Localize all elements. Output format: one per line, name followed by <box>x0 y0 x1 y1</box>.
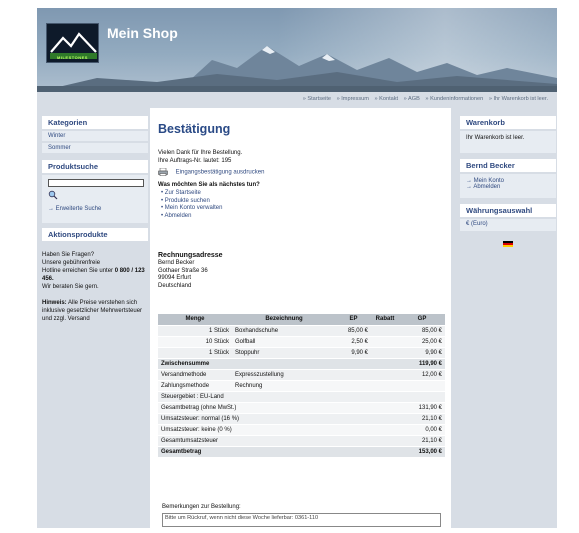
top-navigation: » Startseite » Impressum » Kontakt » AGB… <box>37 94 557 104</box>
categories-heading: Kategorien <box>42 116 148 129</box>
next-steps-heading: Was möchten Sie als nächstes tun? <box>158 182 260 188</box>
link-abmelden[interactable]: • Abmelden <box>161 213 260 221</box>
nav-startseite[interactable]: » Startseite <box>303 96 331 102</box>
left-sidebar: Kategorien Winter Sommer Produktsuche → … <box>42 116 148 323</box>
nav-impressum[interactable]: » Impressum <box>337 96 369 102</box>
hotline-info: Haben Sie Fragen? Unsere gebührenfreie H… <box>42 252 145 290</box>
german-flag-icon[interactable] <box>503 241 513 247</box>
account-box: → Mein Konto → Abmelden <box>460 174 556 198</box>
payment-row: Zahlungsmethode Rechnung <box>158 380 445 392</box>
order-table: Menge Bezeichnung EP Rabatt GP 1 Stück B… <box>158 314 445 458</box>
page-frame: MILESTONES Mein Shop » Startseite » Impr… <box>37 8 557 528</box>
mountain-banner-image <box>37 46 557 92</box>
col-gp: GP <box>399 314 445 326</box>
order-number: Ihre Auftrags-Nr. lautet: 195 <box>158 157 232 164</box>
category-winter[interactable]: Winter <box>42 131 148 141</box>
link-abmelden-side[interactable]: → Abmelden <box>466 184 550 190</box>
right-sidebar: Warenkorb Ihr Warenkorb ist leer. Bernd … <box>460 116 556 247</box>
col-rabatt: Rabatt <box>371 314 399 326</box>
billing-address-heading: Rechnungsadresse <box>158 252 223 259</box>
order-info: Vielen Dank für Ihre Bestellung. Ihre Au… <box>158 150 264 177</box>
shipping-row: Versandmethode Expresszustellung 12,00 € <box>158 369 445 381</box>
summary-row: Gesamtumsatzsteuer 21,10 € <box>158 435 445 447</box>
print-confirmation-link[interactable]: Eingangsbestätigung ausdrucken <box>176 169 265 175</box>
print-confirmation-row[interactable]: Eingangsbestätigung ausdrucken <box>158 167 265 177</box>
price-notice: Hinweis: Alle Preise verstehen sich inkl… <box>42 300 143 322</box>
shop-title: Mein Shop <box>107 25 178 41</box>
shop-logo[interactable]: MILESTONES <box>46 23 99 63</box>
cart-heading: Warenkorb <box>460 116 556 129</box>
header-banner: MILESTONES Mein Shop <box>37 8 557 92</box>
table-row: 10 Stück Golfball 2,50 € 25,00 € <box>158 336 445 348</box>
nav-agb[interactable]: » AGB <box>404 96 420 102</box>
table-row: 1 Stück Boxhandschuhe 85,00 € 85,00 € <box>158 325 445 337</box>
summary-row: Umsatzsteuer: keine (0 %) 0,00 € <box>158 424 445 436</box>
search-icon[interactable] <box>48 190 58 200</box>
currency-heading: Währungsauswahl <box>460 204 556 217</box>
billing-address: Rechnungsadresse Bernd Becker Gothaer St… <box>158 252 223 290</box>
summary-row: Gesamtbetrag (ohne MwSt.) 131,90 € <box>158 402 445 414</box>
link-startseite[interactable]: • Zur Startseite <box>161 190 260 198</box>
summary-row: Umsatzsteuer: normal (16 %) 21,10 € <box>158 413 445 425</box>
tax-region-row: Steuergebiet : EU-Land <box>158 391 445 403</box>
cart-status: Ihr Warenkorb ist leer. <box>460 131 556 153</box>
remarks-textarea[interactable]: Bitte um Rückruf, wenn nicht diese Woche… <box>162 513 441 527</box>
grand-total-row: Gesamtbetrag 153,00 € <box>158 446 445 458</box>
search-heading: Produktsuche <box>42 160 148 173</box>
nav-kundeninformationen[interactable]: » Kundeninformationen <box>425 96 483 102</box>
currency-euro[interactable]: € (Euro) <box>460 219 556 231</box>
logo-text: MILESTONES <box>57 55 88 60</box>
main-content: Bestätigung Vielen Dank für Ihre Bestell… <box>150 108 451 528</box>
col-ep: EP <box>336 314 371 326</box>
nav-kontakt[interactable]: » Kontakt <box>374 96 398 102</box>
thanks-text: Vielen Dank für Ihre Bestellung. <box>158 150 243 156</box>
nav-cart-status[interactable]: » Ihr Warenkorb ist leer. <box>489 96 548 102</box>
search-input[interactable] <box>48 179 144 187</box>
table-row: 1 Stück Stoppuhr 9,90 € 9,90 € <box>158 347 445 359</box>
remarks-label: Bemerkungen zur Bestellung: <box>162 504 241 510</box>
advanced-search-link[interactable]: → Erweiterte Suche <box>48 206 142 212</box>
col-bezeichnung: Bezeichnung <box>232 314 336 326</box>
page-title: Bestätigung <box>158 122 231 136</box>
printer-icon[interactable] <box>158 167 168 176</box>
link-konto-verwalten[interactable]: • Mein Konto verwalten <box>161 205 260 213</box>
subtotal-row: Zwischensumme 119,90 € <box>158 358 445 370</box>
next-steps: Was möchten Sie als nächstes tun? • Zur … <box>158 182 260 221</box>
link-produkte-suchen[interactable]: • Produkte suchen <box>161 198 260 206</box>
category-sommer[interactable]: Sommer <box>42 143 148 153</box>
search-box: → Erweiterte Suche <box>42 175 148 223</box>
account-heading: Bernd Becker <box>460 159 556 172</box>
promo-heading: Aktionsprodukte <box>42 228 148 241</box>
col-menge: Menge <box>158 314 232 326</box>
